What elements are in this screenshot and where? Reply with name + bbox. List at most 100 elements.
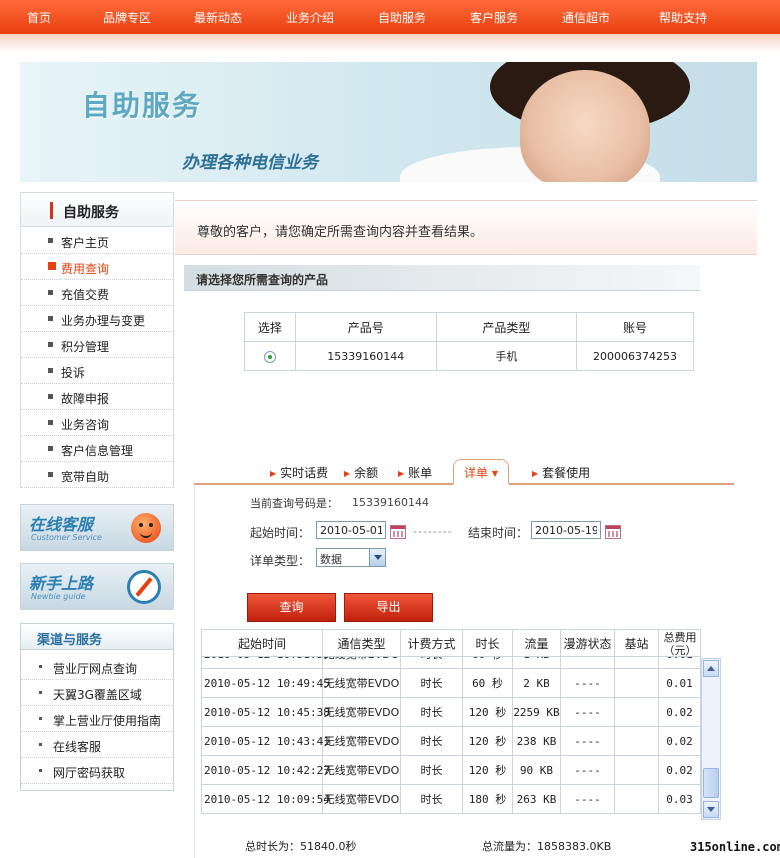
sidebar-item-label: 客户信息管理 <box>61 444 134 458</box>
channel-item-3g-coverage[interactable]: 天翼3G覆盖区域 <box>21 680 173 706</box>
col-product-type: 产品类型 <box>435 312 578 342</box>
compass-icon <box>127 570 161 604</box>
sidebar-item-home[interactable]: 客户主页 <box>21 228 173 254</box>
arrow-right-icon: ▶ <box>532 469 539 478</box>
channel-title: 渠道与服务 <box>37 633 103 648</box>
promo-online-service[interactable]: 在线客服 Customer Service <box>20 504 174 551</box>
sidebar-item-complaint[interactable]: 投诉 <box>21 358 173 384</box>
scroll-down-icon[interactable] <box>703 801 719 818</box>
cell-total-cost: 0.02 <box>659 727 701 756</box>
channel-item-password[interactable]: 网厅密码获取 <box>21 758 173 784</box>
sidebar-header: 自助服务 <box>20 192 174 227</box>
sidebar-item-label: 宽带自助 <box>61 470 110 484</box>
start-time-label: 起始时间： <box>250 526 311 540</box>
cell-billing-method: 时长 <box>401 669 463 698</box>
end-time-label: 结束时间： <box>468 526 529 540</box>
cell-comm-type: 无线宽带EVDO <box>323 727 401 756</box>
cell-comm-type: 无线宽带EVDO <box>323 785 401 814</box>
detail-table-body: 2010-05-12 10:51:55 无线宽带EVDO 时长 60 秒 1 K… <box>201 657 701 820</box>
sidebar-menu: 客户主页 费用查询 充值交费 业务办理与变更 积分管理 投诉 故障申报 业务咨询… <box>20 228 174 488</box>
sidebar-item-fault-report[interactable]: 故障申报 <box>21 384 173 410</box>
query-button[interactable]: 查询 <box>247 593 336 622</box>
nav-home[interactable]: 首页 <box>27 9 51 26</box>
promo-subtitle: Newbie guide <box>31 592 86 601</box>
tab-realtime-charges[interactable]: ▶ 实时话费 <box>270 464 328 481</box>
sidebar-item-label: 客户主页 <box>61 236 110 250</box>
export-button[interactable]: 导出 <box>344 593 433 622</box>
tab-detail[interactable]: 详单 ▼ <box>453 459 509 485</box>
channel-item-outlet-query[interactable]: 营业厅网点查询 <box>21 654 173 680</box>
sidebar-header-bar <box>50 202 53 219</box>
bullet-icon <box>48 290 53 295</box>
nav-latest-news[interactable]: 最新动态 <box>194 9 242 26</box>
channel-item-label: 在线客服 <box>53 740 102 754</box>
tab-bill[interactable]: ▶ 账单 <box>398 464 432 481</box>
col-duration: 时长 <box>463 630 513 658</box>
product-radio[interactable] <box>263 350 276 363</box>
calendar-icon[interactable] <box>390 525 406 539</box>
detail-type-value: 数据 <box>320 553 342 566</box>
cell-start-time: 2010-05-12 10:45:38 <box>204 698 330 727</box>
col-account: 账号 <box>576 312 694 342</box>
calendar-icon[interactable] <box>605 525 621 539</box>
end-date-input[interactable] <box>531 521 601 539</box>
bullet-icon <box>39 691 42 694</box>
start-date-input[interactable] <box>316 521 386 539</box>
sidebar-item-recharge[interactable]: 充值交费 <box>21 280 173 306</box>
banner-person-face <box>520 70 650 182</box>
nav-comm-market[interactable]: 通信超市 <box>562 9 610 26</box>
sidebar-item-billing-query[interactable]: 费用查询 <box>21 254 173 280</box>
cell-billing-method: 时长 <box>401 657 463 669</box>
sidebar-item-customer-info[interactable]: 客户信息管理 <box>21 436 173 462</box>
select-cell <box>244 341 296 371</box>
channel-item-mobile-guide[interactable]: 掌上营业厅使用指南 <box>21 706 173 732</box>
nav-self-service[interactable]: 自助服务 <box>378 9 426 26</box>
detail-type-label: 详单类型： <box>250 554 311 568</box>
sidebar-item-label: 业务咨询 <box>61 418 110 432</box>
sidebar-item-points[interactable]: 积分管理 <box>21 332 173 358</box>
product-section-title: 请选择您所需查询的产品 <box>196 273 329 287</box>
promo-newbie-guide[interactable]: 新手上路 Newbie guide <box>20 563 174 610</box>
col-product-number: 产品号 <box>294 312 437 342</box>
sidebar-item-consult[interactable]: 业务咨询 <box>21 410 173 436</box>
col-traffic: 流量 <box>513 630 561 658</box>
nav-help[interactable]: 帮助支持 <box>659 9 707 26</box>
cell-billing-method: 时长 <box>401 698 463 727</box>
promo-subtitle: Customer Service <box>31 533 102 542</box>
top-nav: 首页 品牌专区 最新动态 业务介绍 自助服务 客户服务 通信超市 帮助支持 <box>0 0 780 34</box>
cell-traffic: 2 KB <box>513 669 561 698</box>
nav-business-intro[interactable]: 业务介绍 <box>286 9 334 26</box>
cell-roaming: ---- <box>561 698 615 727</box>
cell-roaming: ---- <box>561 657 615 669</box>
sidebar-item-label: 投诉 <box>61 366 86 380</box>
tab-label: 套餐使用 <box>542 466 591 480</box>
detail-scrollbar[interactable] <box>701 658 721 820</box>
scroll-up-icon[interactable] <box>703 660 719 677</box>
sidebar-item-broadband[interactable]: 宽带自助 <box>21 462 173 488</box>
cell-base-station <box>615 727 659 756</box>
nav-shadow-strip <box>0 34 780 52</box>
product-section-header: 请选择您所需查询的产品 <box>184 265 700 291</box>
scroll-thumb[interactable] <box>703 768 719 798</box>
product-table: 选择 产品号 产品类型 账号 15339160144 手机 2000063742… <box>244 312 694 371</box>
channel-item-label: 网厅密码获取 <box>53 766 126 780</box>
bullet-icon <box>39 769 42 772</box>
channel-box: 渠道与服务 营业厅网点查询 天翼3G覆盖区域 掌上营业厅使用指南 在线客服 网厅… <box>20 623 174 791</box>
tab-balance[interactable]: ▶ 余额 <box>344 464 378 481</box>
channel-item-online-service[interactable]: 在线客服 <box>21 732 173 758</box>
table-row: 15339160144 手机 200006374253 <box>244 341 694 371</box>
tab-package-usage[interactable]: ▶ 套餐使用 <box>532 464 590 481</box>
cell-roaming: ---- <box>561 785 615 814</box>
current-number-label: 当前查询号码是： <box>250 497 338 510</box>
nav-customer-service[interactable]: 客户服务 <box>470 9 518 26</box>
col-select: 选择 <box>244 312 296 342</box>
cell-total-cost: 0.02 <box>659 756 701 785</box>
cell-start-time: 2010-05-12 10:42:27 <box>204 756 330 785</box>
cell-base-station <box>615 756 659 785</box>
nav-brand-zone[interactable]: 品牌专区 <box>103 9 151 26</box>
promo-title: 在线客服 <box>29 515 94 534</box>
sidebar-item-business-change[interactable]: 业务办理与变更 <box>21 306 173 332</box>
cell-traffic: 263 KB <box>513 785 561 814</box>
tab-label: 实时话费 <box>280 466 329 480</box>
detail-type-select[interactable]: 数据 <box>316 548 386 567</box>
